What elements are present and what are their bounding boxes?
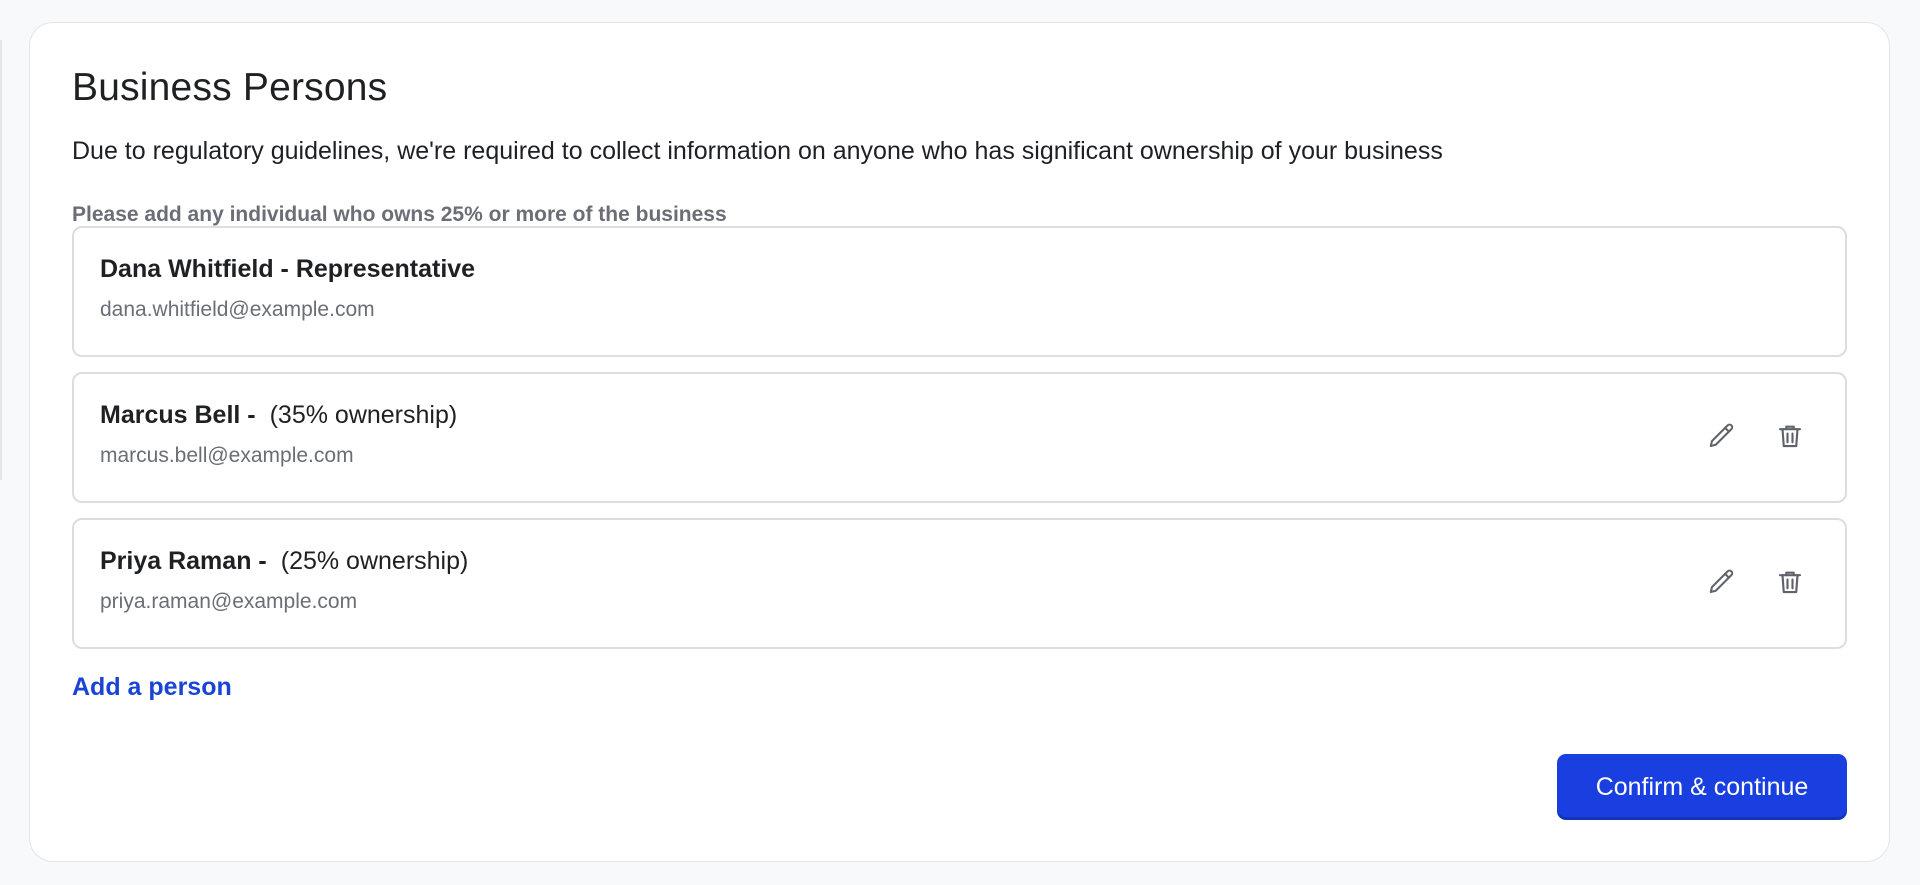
page-subtitle: Due to regulatory guidelines, we're requ… [72,137,1443,165]
person-name: Marcus Bell - [100,401,256,429]
person-ownership: (25% ownership) [280,547,469,575]
person-card-representative: Dana Whitfield - Representative dana.whi… [72,226,1847,357]
background-panel-edge [0,40,2,480]
person-email: priya.raman@example.com [100,590,358,613]
person-actions [1707,567,1805,597]
person-name-line: Priya Raman - (25% ownership) [100,545,468,578]
person-actions [1707,421,1805,451]
person-name: Priya Raman - [100,547,267,575]
edit-person-button[interactable] [1707,421,1737,451]
person-name-line: Dana Whitfield - Representative [100,253,475,286]
trash-icon [1778,425,1802,448]
edit-person-button[interactable] [1707,567,1737,597]
person-name-line: Marcus Bell - (35% ownership) [100,399,457,432]
pencil-icon [1709,569,1734,593]
ownership-hint: Please add any individual who owns 25% o… [72,203,727,226]
delete-person-button[interactable] [1775,567,1805,597]
delete-person-button[interactable] [1775,421,1805,451]
person-name: Dana Whitfield - Representative [100,255,476,283]
person-card-owner: Marcus Bell - (35% ownership) marcus.bell… [72,372,1847,503]
person-ownership: (35% ownership) [269,401,458,429]
page-title: Business Persons [72,66,388,109]
person-card-owner: Priya Raman - (25% ownership) priya.raman… [72,518,1847,649]
person-email: marcus.bell@example.com [100,444,354,467]
person-email: dana.whitfield@example.com [100,298,375,321]
business-persons-card: Business Persons Due to regulatory guide… [29,22,1890,862]
add-person-link[interactable]: Add a person [72,671,232,704]
pencil-icon [1709,423,1734,447]
trash-icon [1778,571,1802,594]
confirm-continue-button[interactable]: Confirm & continue [1557,754,1847,820]
